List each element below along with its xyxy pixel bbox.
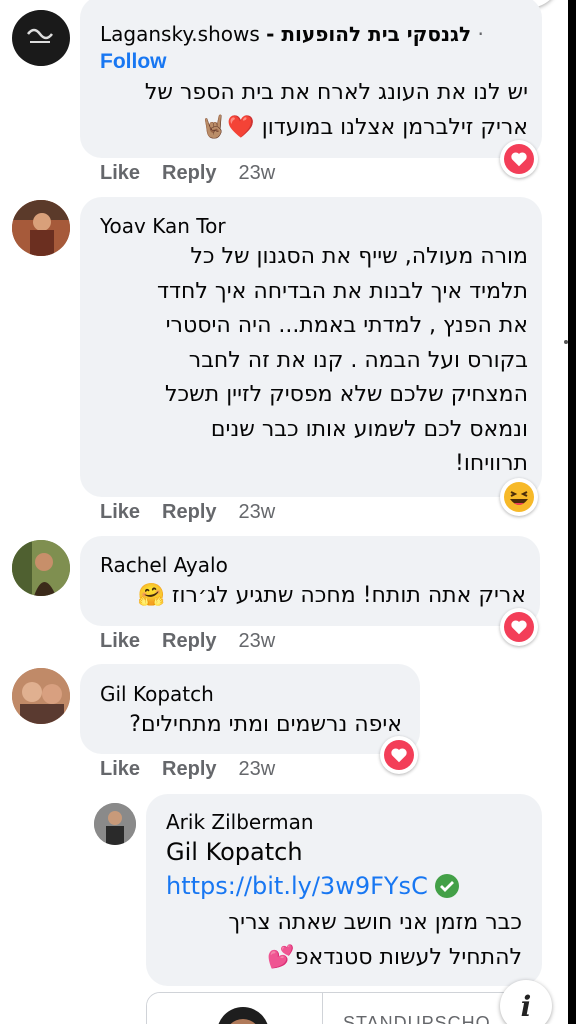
avatar[interactable]: [12, 668, 70, 724]
follow-button[interactable]: Follow: [100, 50, 167, 74]
comment-actions: Like Reply 23w: [100, 162, 275, 185]
text-line: את הפנץ , למדתי באמת... היה היסטרי: [165, 313, 528, 338]
avatar[interactable]: [12, 540, 70, 596]
text-line: המצחיק שלכם שלא מפסיק לזיין תשכל: [165, 382, 528, 407]
comment-text: אריק אתה תותח! מחכה שתגיע לג׳רוז 🤗: [96, 579, 526, 614]
like-button[interactable]: Like: [100, 630, 140, 653]
author-name[interactable]: Lagansky.shows: [100, 22, 260, 46]
shared-link[interactable]: https://bit.ly/3w9FYsC: [166, 872, 428, 900]
reply-text: כבר מזמן אני חושב שאתה צריך להתחיל לעשות…: [160, 906, 522, 975]
timestamp[interactable]: 23w: [239, 758, 276, 781]
check-mark-icon: [434, 874, 459, 898]
reply-button[interactable]: Reply: [162, 162, 216, 185]
text-line: כבר מזמן אני חושב שאתה צריך: [228, 910, 522, 935]
comment-text: מורה מעולה, שייף את הסגנון של כל תלמיד א…: [96, 240, 528, 482]
timestamp[interactable]: 23w: [239, 501, 276, 524]
reaction-heart[interactable]: [380, 736, 418, 774]
reply-link-row: https://bit.ly/3w9FYsC: [166, 872, 460, 900]
heart-icon: [504, 144, 534, 174]
reaction-haha[interactable]: [500, 478, 538, 516]
two-hearts-emoji: 💕: [267, 944, 295, 970]
text-line: אריק זילברמן אצלנו במועדון ❤️🤘🏽: [96, 111, 528, 146]
text-line: יש לנו את העונג לארח את בית הספר של: [144, 80, 528, 105]
text-line: איפה נרשמים ומתי מתחילים?: [129, 712, 402, 737]
comment-author[interactable]: Lagansky.shows - לגנסקי בית להופעות ·: [100, 22, 484, 46]
comment-author[interactable]: Yoav Kan Tor: [100, 214, 226, 238]
text-line: מורה מעולה, שייף את הסגנון של כל: [190, 244, 528, 269]
avatar[interactable]: [12, 200, 70, 256]
text-line: תרוויחו!: [455, 451, 528, 476]
person-photo-icon: [94, 803, 136, 845]
reply-button[interactable]: Reply: [162, 758, 216, 781]
reaction-heart[interactable]: [500, 140, 538, 178]
person-photo-icon: [218, 1007, 268, 1024]
comment-actions: Like Reply 23w: [100, 758, 275, 781]
laughing-face-icon: [504, 482, 534, 512]
text-line: בקורס ועל הבמה . קנו את זה לחבר: [188, 347, 528, 373]
comments-screen: Lagansky.shows - לגנסקי בית להופעות · Fo…: [0, 0, 568, 1024]
heart-icon: [384, 740, 414, 770]
text-line: תלמיד איך לבנות את הבדיחה איך לחדד: [157, 278, 528, 304]
text-line: ונמאס לכם לשמוע אותו כבר שנים: [210, 416, 528, 442]
comment-author[interactable]: Gil Kopatch: [100, 682, 214, 706]
info-button[interactable]: i: [500, 980, 552, 1024]
heart-rock-emoji: ❤️🤘🏽: [199, 114, 255, 140]
text-line: להתחיל לעשות סטנדאפ💕: [160, 941, 522, 976]
separator-dot: ·: [477, 22, 484, 46]
people-photo-icon: [12, 668, 70, 724]
reaction-heart[interactable]: [500, 608, 538, 646]
lagansky-logo-icon: [13, 10, 69, 66]
comment-actions: Like Reply 23w: [100, 630, 275, 653]
scroll-indicator: [564, 340, 568, 344]
mention-tag[interactable]: Gil Kopatch: [166, 838, 303, 866]
comment-author[interactable]: Rachel Ayalo: [100, 553, 228, 577]
preview-label: STANDUPSCHO: [343, 1013, 491, 1024]
reply-author[interactable]: Arik Zilberman: [166, 810, 314, 834]
author-page-name[interactable]: - לגנסקי בית להופעות: [266, 22, 471, 46]
timestamp[interactable]: 23w: [239, 162, 276, 185]
link-preview-card[interactable]: STANDUPSCHO: [146, 992, 542, 1024]
avatar[interactable]: [12, 10, 70, 66]
text-line: אריק אתה תותח! מחכה שתגיע לג׳רוז 🤗: [137, 583, 526, 608]
person-photo-icon: [12, 540, 70, 596]
like-button[interactable]: Like: [100, 758, 140, 781]
like-button[interactable]: Like: [100, 162, 140, 185]
comment-text: איפה נרשמים ומתי מתחילים?: [96, 708, 402, 743]
avatar[interactable]: [94, 803, 136, 845]
timestamp[interactable]: 23w: [239, 630, 276, 653]
like-button[interactable]: Like: [100, 501, 140, 524]
preview-image: [147, 993, 323, 1024]
person-photo-icon: [12, 200, 70, 256]
comment-actions: Like Reply 23w: [100, 501, 275, 524]
reply-button[interactable]: Reply: [162, 501, 216, 524]
info-icon: i: [520, 989, 532, 1023]
heart-icon: [504, 612, 534, 642]
reply-button[interactable]: Reply: [162, 630, 216, 653]
comment-text: יש לנו את העונג לארח את בית הספר של אריק…: [96, 76, 528, 145]
